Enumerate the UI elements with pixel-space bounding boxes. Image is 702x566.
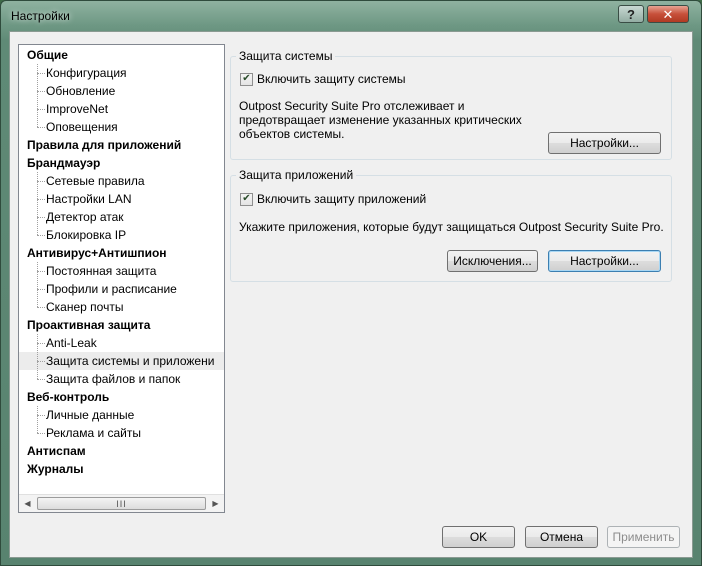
grip-icon: III <box>116 498 127 509</box>
system-protection-checkbox-label: Включить защиту системы <box>257 72 406 86</box>
close-icon: ✕ <box>662 6 674 22</box>
tree-item[interactable]: Конфигурация <box>19 64 127 82</box>
tree-item[interactable]: Сканер почты <box>19 298 123 316</box>
tree-connector <box>37 406 38 433</box>
tree-item[interactable]: Блокировка IP <box>19 226 126 244</box>
tree-connector <box>37 433 45 434</box>
settings-window: Настройки ? ✕ Общие Конфигурация Обновлени… <box>0 0 702 566</box>
tree-connector <box>37 199 45 200</box>
tree-category[interactable]: Журналы <box>19 460 83 478</box>
window-title: Настройки <box>11 9 70 23</box>
tree-connector <box>37 361 45 362</box>
cancel-button[interactable]: Отмена <box>525 526 598 548</box>
tree-item[interactable]: Защита системы и приложени <box>19 352 224 370</box>
tree-category[interactable]: Антиспам <box>19 442 86 460</box>
tree-category[interactable]: Проактивная защита <box>19 316 150 334</box>
tree-connector <box>37 73 45 74</box>
tree-category[interactable]: Антивирус+Антишпион <box>19 244 167 262</box>
help-button[interactable]: ? <box>618 5 644 23</box>
tree-connector <box>37 415 45 416</box>
app-protection-checkbox[interactable]: ✔ Включить защиту приложений <box>240 192 426 206</box>
horizontal-scrollbar[interactable]: ◀ III ▶ <box>19 494 224 512</box>
tree-connector <box>37 271 45 272</box>
tree-connector <box>37 172 38 235</box>
system-protection-description: Outpost Security Suite Pro отслеживает и… <box>239 99 522 141</box>
description-line: предотвращает изменение указанных критич… <box>239 113 522 127</box>
scroll-thumb[interactable]: III <box>37 497 206 510</box>
tree-category[interactable]: Веб-контроль <box>19 388 109 406</box>
tree-item[interactable]: Обновление <box>19 82 115 100</box>
tree-connector <box>37 64 38 127</box>
system-settings-button[interactable]: Настройки... <box>548 132 661 154</box>
tree-item[interactable]: Anti-Leak <box>19 334 97 352</box>
app-settings-button[interactable]: Настройки... <box>548 250 661 272</box>
title-bar[interactable]: Настройки ? ✕ <box>1 1 701 31</box>
scroll-right-icon[interactable]: ▶ <box>207 495 224 512</box>
tree-connector <box>37 262 38 307</box>
tree-item[interactable]: ImproveNet <box>19 100 108 118</box>
settings-tree[interactable]: Общие Конфигурация Обновление ImproveNet Опо… <box>18 44 225 513</box>
exceptions-button[interactable]: Исключения... <box>447 250 538 272</box>
ok-button[interactable]: OK <box>442 526 515 548</box>
tree-item[interactable]: Оповещения <box>19 118 118 136</box>
tree-connector <box>37 307 45 308</box>
apply-button[interactable]: Применить <box>607 526 680 548</box>
tree-item[interactable]: Детектор атак <box>19 208 124 226</box>
tree-connector <box>37 217 45 218</box>
system-protection-title: Защита системы <box>236 48 336 64</box>
tree-connector <box>37 109 45 110</box>
app-protection-title: Защита приложений <box>236 167 357 183</box>
tree-connector <box>37 235 45 236</box>
tree-category[interactable]: Правила для приложений <box>19 136 181 154</box>
tree-connector <box>37 379 45 380</box>
tree-connector <box>37 91 45 92</box>
description-line: Outpost Security Suite Pro отслеживает и <box>239 99 465 113</box>
description-line: объектов системы. <box>239 127 345 141</box>
tree-category[interactable]: Общие <box>19 46 68 64</box>
app-protection-description: Укажите приложения, которые будут защища… <box>239 220 664 234</box>
system-protection-group: Защита системы ✔ Включить защиту системы… <box>230 48 672 160</box>
app-protection-checkbox-label: Включить защиту приложений <box>257 192 427 206</box>
app-protection-group: Защита приложений ✔ Включить защиту прил… <box>230 167 672 282</box>
close-button[interactable]: ✕ <box>647 5 689 23</box>
system-protection-checkbox[interactable]: ✔ Включить защиту системы <box>240 72 406 86</box>
scroll-left-icon[interactable]: ◀ <box>19 495 36 512</box>
dialog-client-area: Общие Конфигурация Обновление ImproveNet Опо… <box>9 31 693 558</box>
tree-connector <box>37 343 45 344</box>
help-icon: ? <box>627 6 635 22</box>
tree-items: Общие Конфигурация Обновление ImproveNet Опо… <box>19 45 224 494</box>
tree-category[interactable]: Брандмауэр <box>19 154 100 172</box>
checkbox-checked-icon[interactable]: ✔ <box>240 72 253 86</box>
checkbox-checked-icon[interactable]: ✔ <box>240 192 253 206</box>
tree-item[interactable]: Настройки LAN <box>19 190 132 208</box>
tree-connector <box>37 289 45 290</box>
tree-connector <box>37 334 38 379</box>
tree-connector <box>37 127 45 128</box>
tree-connector <box>37 181 45 182</box>
